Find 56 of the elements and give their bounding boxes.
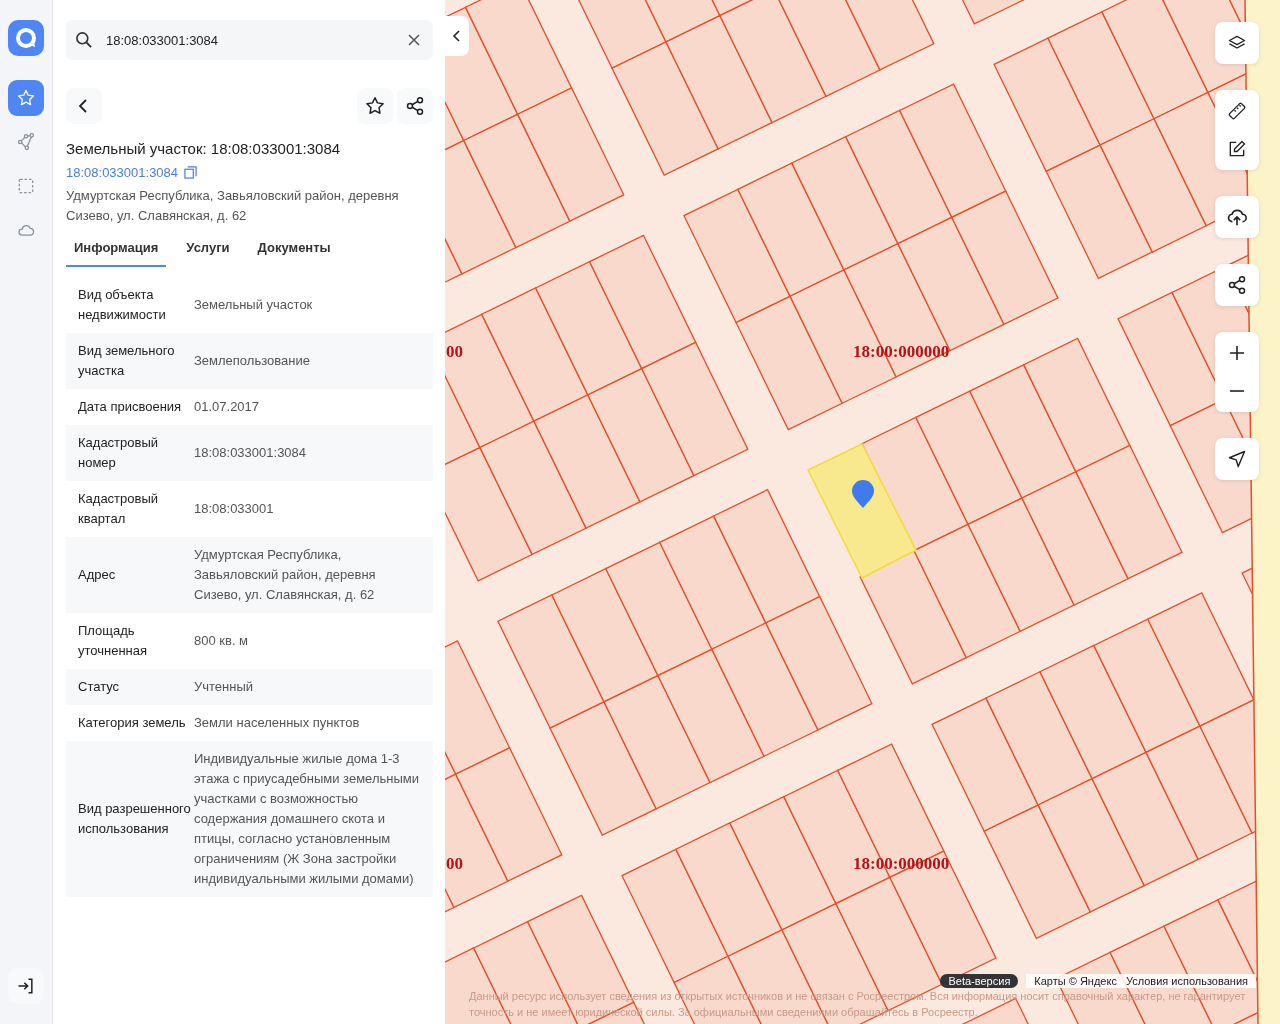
property-name: Категория земель	[78, 714, 187, 732]
minus-icon	[1230, 390, 1244, 392]
property-value: Земли населенных пунктов	[194, 714, 360, 732]
property-value: 800 кв. м	[194, 632, 249, 650]
star-icon	[364, 95, 386, 117]
property-name: Вид разрешенного использования	[78, 800, 192, 838]
favorite-button[interactable]	[357, 88, 393, 124]
property-name: Площадь уточненная	[78, 622, 149, 660]
navigation-arrow-icon	[1227, 449, 1247, 469]
terms-link[interactable]: Условия использования	[1125, 975, 1248, 987]
tab[interactable]: Документы	[249, 232, 339, 267]
beta-badge: Beta-версия	[940, 974, 1019, 988]
back-button[interactable]	[66, 88, 102, 124]
copy-icon[interactable]	[184, 166, 198, 179]
property-name: Адрес	[78, 566, 117, 584]
logout-button[interactable]	[8, 968, 44, 1004]
property-value: Индивидуальные жилые дома 1-3 этажа с приусадебными земельными участками с возможностью содержания домашнего скота и птицы, согласно установленным ограничениям (Ж Зона застройки индивидуальными жилыми домами)	[194, 750, 420, 888]
dashed-square-icon	[16, 176, 36, 196]
ruler-icon	[1227, 101, 1247, 121]
location-pin-icon	[852, 480, 874, 508]
plus-icon	[1229, 345, 1245, 361]
share-icon	[1227, 275, 1247, 295]
property-value: 01.07.2017	[194, 398, 260, 416]
tab[interactable]: Информация	[66, 232, 167, 267]
property-value: 18:08:033001:3084	[194, 444, 307, 462]
app-logo-icon[interactable]	[8, 20, 44, 56]
object-title: Земельный участок: 18:08:033001:3084	[66, 140, 342, 157]
share-button[interactable]	[397, 88, 433, 124]
selected-parcel[interactable]	[807, 443, 917, 579]
property-value: Учтенный	[194, 678, 254, 696]
sign-in-icon	[16, 976, 36, 996]
search-field[interactable]: 18:08:033001:3084	[66, 20, 433, 60]
close-icon[interactable]	[407, 33, 421, 47]
share-icon	[405, 96, 425, 116]
object-address: Удмуртская Республика, Завьяловский район, деревня Сизево, ул. Славянская, д. 62	[66, 187, 400, 225]
favorites-button[interactable]	[8, 80, 44, 116]
search-icon	[74, 30, 94, 50]
cadastral-number-link[interactable]: 18:08:033001:3084	[66, 165, 179, 180]
collapse-panel-button[interactable]	[445, 16, 469, 56]
tab[interactable]: Услуги	[178, 232, 238, 267]
property-name: Дата присвоения	[78, 398, 183, 416]
property-value: 18:08:033001	[194, 500, 274, 518]
property-name: Статус	[78, 678, 121, 696]
property-value: Землепользование	[194, 352, 310, 370]
edit-icon	[1227, 139, 1247, 159]
property-name: Кадастровый квартал	[78, 490, 160, 528]
cadastral-zone-label: 00	[446, 342, 463, 361]
property-name: Вид земельного участка	[78, 342, 176, 380]
property-name: Кадастровый номер	[78, 434, 160, 472]
cadastral-zone-label: 00	[446, 854, 463, 873]
property-name: Вид объекта недвижимости	[78, 286, 167, 324]
property-value: Земельный участок	[194, 296, 313, 314]
attribution-text: Карты © Яндекс	[1034, 975, 1117, 987]
route-icon	[16, 132, 36, 152]
property-value: Удмуртская Республика, Завьяловский район, деревня Сизево, ул. Славянская, д. 62	[194, 546, 377, 604]
star-icon	[16, 88, 36, 108]
